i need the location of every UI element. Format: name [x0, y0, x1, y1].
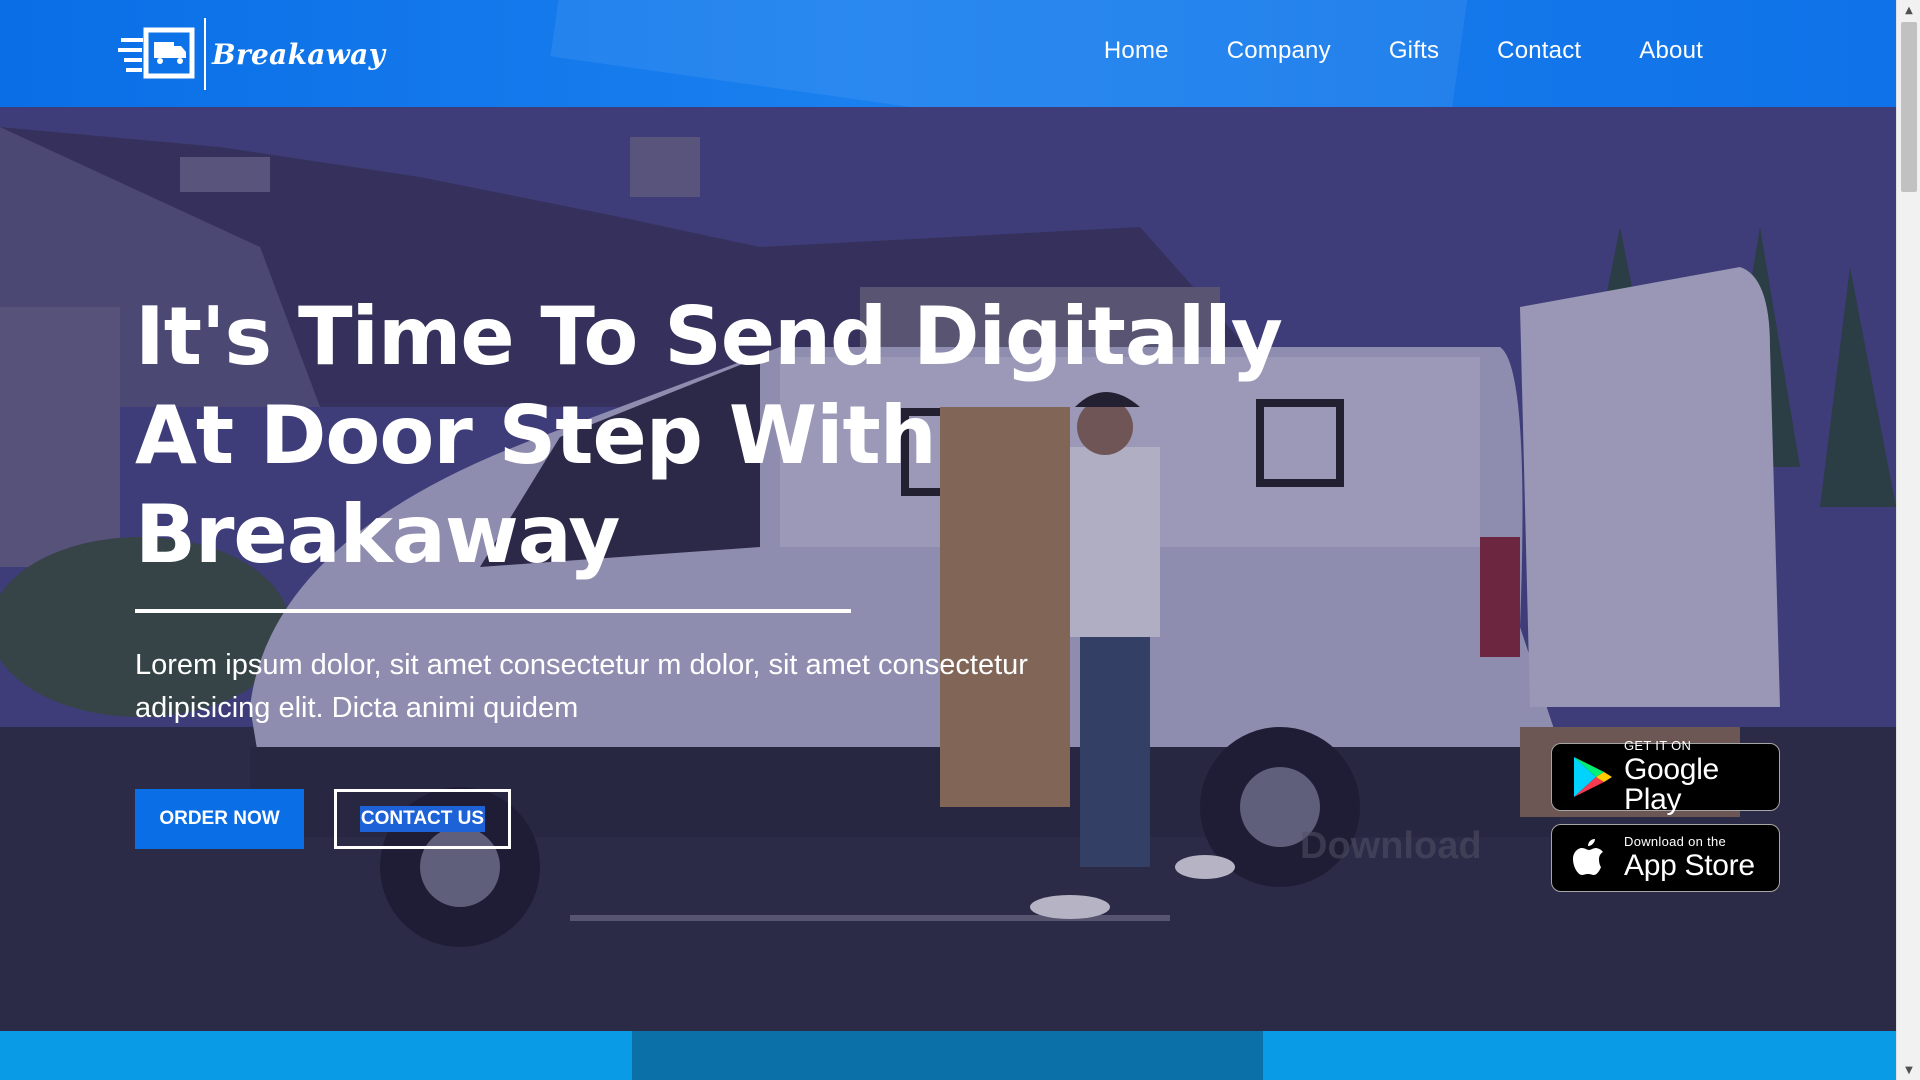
google-play-small: GET IT ON	[1624, 738, 1692, 753]
google-play-icon	[1574, 757, 1612, 797]
contact-us-label: CONTACT US	[359, 806, 486, 832]
google-play-badge[interactable]: GET IT ON Google Play	[1551, 739, 1780, 815]
delivery-truck-logo-icon	[118, 24, 200, 84]
app-store-text: Download on the App Store	[1624, 835, 1755, 881]
contact-us-button[interactable]: CONTACT US	[334, 789, 511, 849]
nav-about[interactable]: About	[1639, 37, 1703, 65]
brand-logo[interactable]: Breakaway	[118, 18, 385, 90]
headline-line: Breakaway	[135, 488, 620, 581]
app-store-badge[interactable]: Download on the App Store	[1551, 824, 1780, 892]
next-section-strip	[0, 1031, 1896, 1080]
nav-home[interactable]: Home	[1104, 37, 1169, 65]
nav-gifts[interactable]: Gifts	[1389, 37, 1439, 65]
scroll-down-arrow-icon[interactable]: ▼	[1897, 1060, 1920, 1080]
site-header: Breakaway Home Company Gifts Contact Abo…	[0, 0, 1896, 107]
order-now-button[interactable]: ORDER NOW	[135, 789, 304, 849]
headline-divider	[135, 609, 851, 613]
brand-name: Breakaway	[212, 37, 386, 71]
next-section-center-panel	[632, 1031, 1263, 1080]
apple-icon	[1573, 839, 1603, 875]
lead-line: Lorem ipsum dolor, sit amet consectetur …	[135, 649, 1028, 681]
google-play-big: Google Play	[1624, 753, 1719, 816]
scroll-up-arrow-icon[interactable]: ▲	[1897, 0, 1920, 20]
download-caption: Download	[1300, 825, 1482, 867]
page-scrollbar[interactable]: ▲ ▼	[1896, 0, 1920, 1080]
hero-section: It's Time To Send Digitally At Door Step…	[0, 107, 1896, 1031]
nav-contact[interactable]: Contact	[1497, 37, 1581, 65]
scrollbar-thumb[interactable]	[1901, 22, 1917, 192]
lead-line: adipisicing elit. Dicta animi quidem	[135, 692, 579, 724]
nav-company[interactable]: Company	[1227, 37, 1331, 65]
headline-line: At Door Step With	[135, 389, 937, 482]
headline-line: It's Time To Send Digitally	[135, 290, 1283, 383]
main-nav: Home Company Gifts Contact About	[1046, 37, 1703, 65]
app-store-small: Download on the	[1624, 834, 1727, 849]
hero-headline: It's Time To Send Digitally At Door Step…	[135, 287, 1285, 584]
hero-lead-text: Lorem ipsum dolor, sit amet consectetur …	[135, 644, 1145, 730]
logo-divider	[204, 18, 206, 90]
app-store-big: App Store	[1624, 849, 1755, 882]
google-play-text: GET IT ON Google Play	[1624, 739, 1779, 815]
